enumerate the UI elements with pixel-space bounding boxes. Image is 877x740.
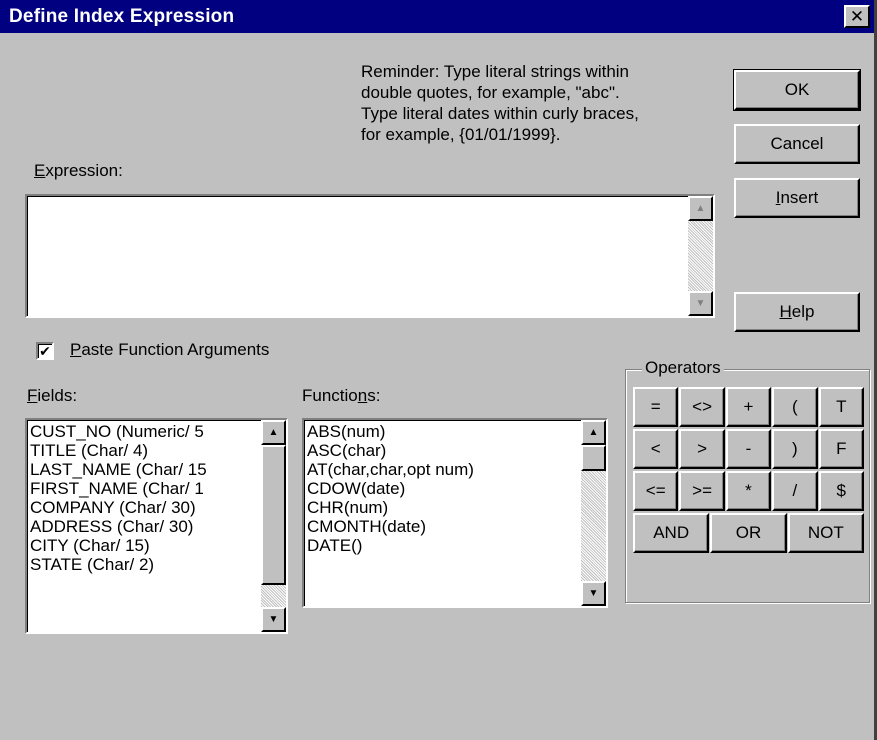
scroll-down-icon: ▼: [695, 297, 706, 309]
expression-scroll-down-button[interactable]: ▼: [688, 291, 713, 316]
functions-list: ABS(num) ASC(char) AT(char,char,opt num) CD…: [307, 422, 579, 555]
list-item[interactable]: CDOW(date): [307, 479, 579, 498]
expression-textarea[interactable]: ▲ ▼: [25, 194, 715, 318]
paste-function-arguments-checkbox[interactable]: ✔: [36, 342, 54, 360]
operator-button[interactable]: (: [772, 387, 818, 427]
list-item[interactable]: ASC(char): [307, 441, 579, 460]
close-icon: ✕: [849, 7, 865, 26]
insert-button-label: Insert: [775, 188, 819, 207]
checkmark-icon: ✔: [39, 343, 51, 359]
fields-list: CUST_NO (Numeric/ 5 TITLE (Char/ 4) LAST_N…: [30, 422, 259, 574]
fields-listbox[interactable]: CUST_NO (Numeric/ 5 TITLE (Char/ 4) LAST_N…: [25, 418, 288, 634]
fields-label: Fields:: [27, 386, 78, 405]
functions-scrollbar[interactable]: ▲ ▼: [581, 420, 606, 606]
list-item[interactable]: CMONTH(date): [307, 517, 579, 536]
operator-button[interactable]: >: [679, 429, 725, 469]
list-item[interactable]: CUST_NO (Numeric/ 5: [30, 422, 259, 441]
operator-button[interactable]: *: [725, 471, 772, 511]
operator-button[interactable]: <: [633, 429, 679, 469]
functions-listbox[interactable]: ABS(num) ASC(char) AT(char,char,opt num) CD…: [302, 418, 608, 608]
close-button[interactable]: ✕: [844, 5, 870, 28]
scroll-down-icon: ▼: [588, 587, 599, 599]
operator-not-button[interactable]: NOT: [787, 513, 864, 553]
insert-button[interactable]: Insert: [734, 178, 860, 218]
operator-button[interactable]: =: [633, 387, 679, 427]
list-item[interactable]: FIRST_NAME (Char/ 1: [30, 479, 259, 498]
expression-label: Expression:: [34, 161, 123, 180]
scroll-up-icon: ▲: [268, 426, 279, 438]
list-item[interactable]: STATE (Char/ 2): [30, 555, 259, 574]
ok-button[interactable]: OK: [733, 69, 861, 111]
fields-scrollbar[interactable]: ▲ ▼: [261, 420, 286, 632]
list-item[interactable]: LAST_NAME (Char/ 15: [30, 460, 259, 479]
functions-scroll-down-button[interactable]: ▼: [581, 581, 606, 606]
list-item[interactable]: COMPANY (Char/ 30): [30, 498, 259, 517]
help-button-label: Help: [779, 302, 815, 321]
fields-scroll-thumb[interactable]: [261, 445, 286, 585]
operator-button[interactable]: $: [818, 471, 864, 511]
list-item[interactable]: CITY (Char/ 15): [30, 536, 259, 555]
fields-scroll-up-button[interactable]: ▲: [261, 420, 286, 445]
operator-button[interactable]: +: [725, 387, 772, 427]
scroll-up-icon: ▲: [695, 202, 706, 214]
cancel-button[interactable]: Cancel: [734, 124, 860, 164]
scroll-down-icon: ▼: [268, 613, 279, 625]
functions-label: Functions:: [302, 386, 381, 405]
operator-button[interactable]: T: [818, 387, 864, 427]
list-item[interactable]: AT(char,char,opt num): [307, 460, 579, 479]
ok-button-label: OK: [784, 80, 810, 99]
help-button[interactable]: Help: [734, 292, 860, 332]
functions-scroll-thumb[interactable]: [581, 445, 606, 471]
fields-scroll-down-button[interactable]: ▼: [261, 607, 286, 632]
scroll-up-icon: ▲: [588, 426, 599, 438]
operator-button[interactable]: >=: [679, 471, 725, 511]
list-item[interactable]: DATE(): [307, 536, 579, 555]
cancel-button-label: Cancel: [770, 134, 824, 153]
expression-scrollbar[interactable]: ▲ ▼: [688, 196, 713, 316]
operator-button[interactable]: <>: [679, 387, 725, 427]
paste-function-arguments-label[interactable]: Paste Function Arguments: [70, 340, 269, 360]
operator-button[interactable]: F: [818, 429, 864, 469]
list-item[interactable]: TITLE (Char/ 4): [30, 441, 259, 460]
operator-and-button[interactable]: AND: [633, 513, 710, 553]
operator-button[interactable]: <=: [633, 471, 679, 511]
functions-scroll-up-button[interactable]: ▲: [581, 420, 606, 445]
list-item[interactable]: CHR(num): [307, 498, 579, 517]
list-item[interactable]: ABS(num): [307, 422, 579, 441]
window-title: Define Index Expression: [9, 6, 235, 27]
operator-button[interactable]: -: [725, 429, 772, 469]
reminder-text: Reminder: Type literal strings within do…: [361, 62, 639, 144]
operators-group: Operators = <> +(T < > -) F <= >= * / $ AND OR NOT: [625, 358, 870, 603]
list-item[interactable]: ADDRESS (Char/ 30): [30, 517, 259, 536]
expression-scroll-up-button[interactable]: ▲: [688, 196, 713, 221]
operator-button[interactable]: ): [772, 429, 818, 469]
define-index-expression-dialog: Define Index Expression ✕ Reminder: Type…: [0, 0, 877, 740]
operator-button[interactable]: /: [772, 471, 818, 511]
operators-label: Operators: [642, 358, 724, 378]
title-bar[interactable]: Define Index Expression ✕: [0, 0, 874, 33]
operator-or-button[interactable]: OR: [710, 513, 787, 553]
